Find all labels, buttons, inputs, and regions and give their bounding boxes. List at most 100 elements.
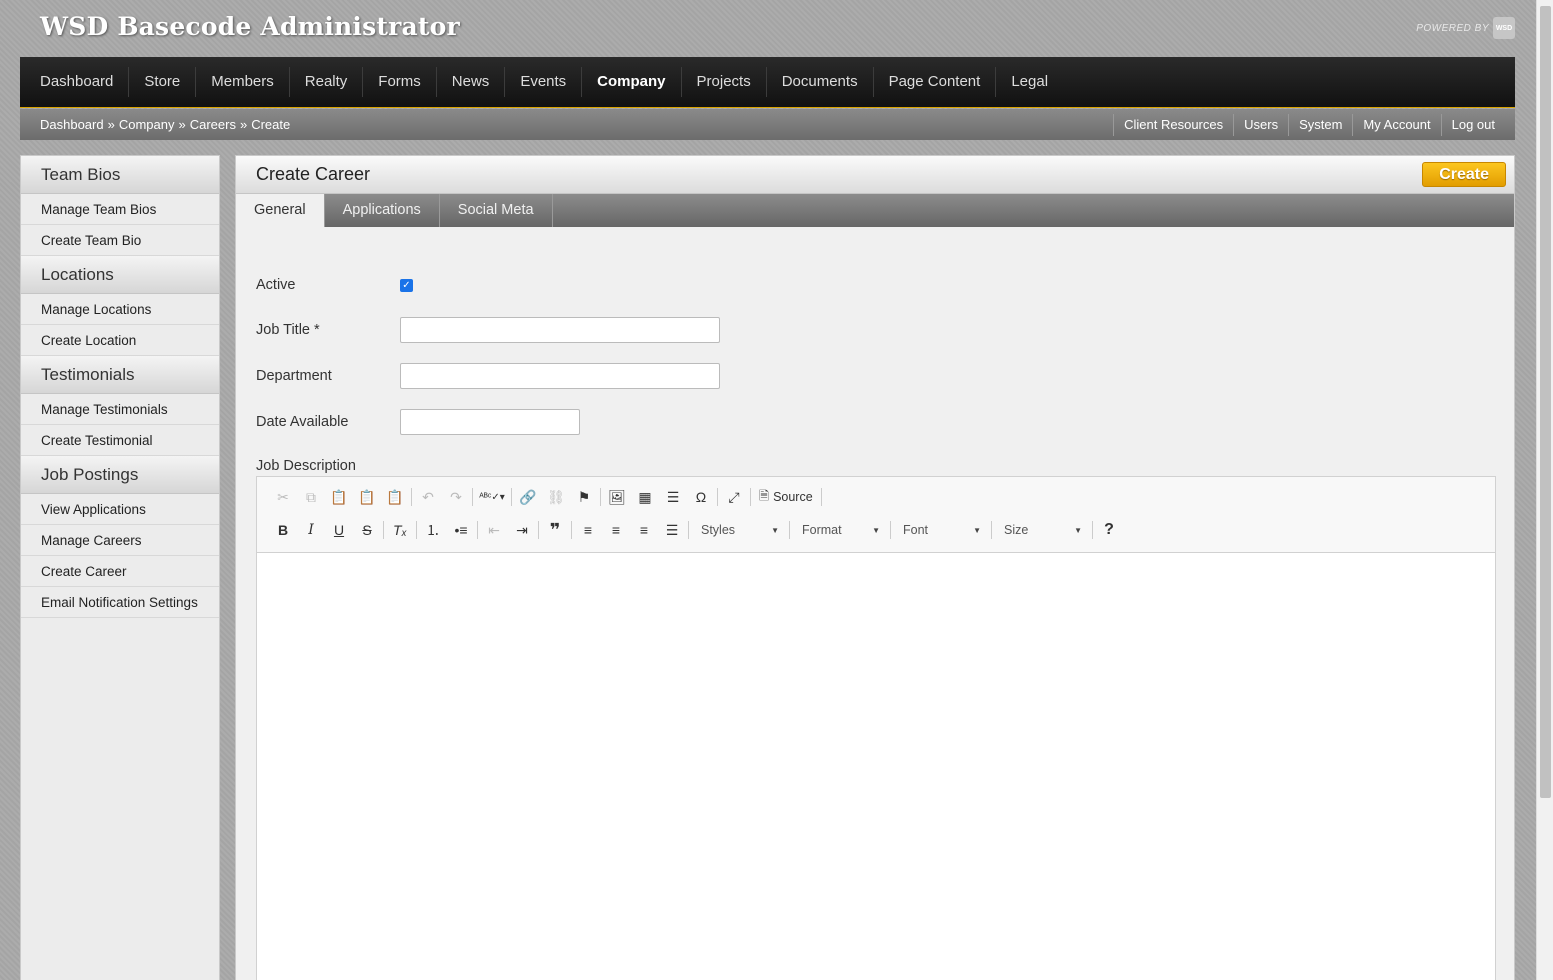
breadcrumb: Dashboard» Company» Careers» Create	[40, 117, 290, 132]
nav-item-forms[interactable]: Forms	[363, 67, 437, 97]
sidebar-item-email-notification-settings[interactable]: Email Notification Settings	[21, 587, 219, 618]
underline-icon[interactable]: U	[325, 518, 353, 542]
breadcrumb-item-careers[interactable]: Careers	[190, 117, 236, 132]
paste-text-icon[interactable]: 📋	[353, 485, 381, 509]
sidebar-item-create-testimonial[interactable]: Create Testimonial	[21, 425, 219, 456]
toolbar-row-2: B I U S Tₓ ⒈ •≡ ⇤ ⇥ ❞ ≡ ≡ ≡ ☰ Styles ▼ F…	[269, 516, 1123, 544]
utility-link-users[interactable]: Users	[1233, 113, 1288, 136]
sidebar-item-create-career[interactable]: Create Career	[21, 556, 219, 587]
strikethrough-icon[interactable]: S	[353, 518, 381, 542]
horizontal-line-icon[interactable]: ☰	[659, 485, 687, 509]
nav-item-projects[interactable]: Projects	[682, 67, 767, 97]
anchor-flag-icon[interactable]: ⚑	[570, 485, 598, 509]
styles-label: Styles	[701, 523, 736, 537]
scrollbar-thumb[interactable]	[1540, 6, 1551, 798]
cut-icon[interactable]: ✂	[269, 485, 297, 509]
top-navigation: Dashboard Store Members Realty Forms News Even…	[20, 57, 1515, 108]
sidebar-item-manage-careers[interactable]: Manage Careers	[21, 525, 219, 556]
toolbar-separator	[991, 521, 992, 539]
date-available-label: Date Available	[256, 414, 349, 430]
sidebar-item-view-applications[interactable]: View Applications	[21, 494, 219, 525]
toolbar-separator	[820, 488, 822, 506]
nav-item-store[interactable]: Store	[129, 67, 197, 97]
align-right-icon[interactable]: ≡	[630, 518, 658, 542]
nav-item-events[interactable]: Events	[505, 67, 583, 97]
date-available-input[interactable]	[400, 409, 580, 435]
font-dropdown[interactable]: Font ▼	[893, 518, 989, 542]
toolbar-separator	[1092, 521, 1093, 539]
tab-general[interactable]: General	[236, 194, 325, 227]
tab-social-meta[interactable]: Social Meta	[440, 194, 553, 227]
align-left-icon[interactable]: ≡	[574, 518, 602, 542]
department-input[interactable]	[400, 363, 720, 389]
decrease-indent-icon[interactable]: ⇤	[480, 518, 508, 542]
wsd-logo: WSD	[1493, 17, 1515, 39]
utility-link-system[interactable]: System	[1288, 113, 1352, 136]
nav-item-company[interactable]: Company	[582, 67, 682, 97]
help-icon[interactable]: ?	[1095, 518, 1123, 542]
source-button[interactable]: 🗎 Source	[753, 485, 819, 509]
breadcrumb-separator: »	[239, 117, 248, 132]
breadcrumb-item-create[interactable]: Create	[251, 117, 290, 132]
page-title: Create Career	[256, 164, 371, 184]
sidebar-item-create-team-bio[interactable]: Create Team Bio	[21, 225, 219, 256]
tab-applications[interactable]: Applications	[325, 194, 440, 227]
toolbar-row-1: ✂ ⧉ 📋 📋 📋 ↶ ↷ ᴬᴮᶜ✓▾ 🔗 ⛓ ⚑ 🖼 ▦ ☰ Ω ⤢ 🗎 So…	[269, 483, 824, 511]
maximize-icon[interactable]: ⤢	[720, 485, 748, 509]
sidebar-item-manage-testimonials[interactable]: Manage Testimonials	[21, 394, 219, 425]
redo-icon[interactable]: ↷	[442, 485, 470, 509]
format-dropdown[interactable]: Format ▼	[792, 518, 888, 542]
nav-item-page-content[interactable]: Page Content	[874, 67, 997, 97]
copy-icon[interactable]: ⧉	[297, 485, 325, 509]
breadcrumb-item-dashboard[interactable]: Dashboard	[40, 117, 104, 132]
career-form: Active ✓ Job Title * Department Date Ava…	[236, 227, 1514, 435]
link-icon[interactable]: 🔗	[514, 485, 542, 509]
tab-bar: General Applications Social Meta	[236, 194, 1514, 227]
nav-item-legal[interactable]: Legal	[996, 67, 1063, 97]
breadcrumb-item-company[interactable]: Company	[119, 117, 175, 132]
page-scrollbar[interactable]	[1536, 0, 1553, 980]
increase-indent-icon[interactable]: ⇥	[508, 518, 536, 542]
bold-icon[interactable]: B	[269, 518, 297, 542]
nav-item-dashboard[interactable]: Dashboard	[25, 67, 130, 97]
job-title-input[interactable]	[400, 317, 720, 343]
chevron-down-icon: ▼	[1074, 525, 1082, 535]
bulleted-list-icon[interactable]: •≡	[447, 518, 475, 542]
styles-dropdown[interactable]: Styles ▼	[691, 518, 787, 542]
toolbar-separator	[511, 488, 512, 506]
main-panel: Create Career Create General Applications…	[235, 155, 1515, 980]
editor-content-area[interactable]	[257, 553, 1495, 980]
utility-link-my-account[interactable]: My Account	[1352, 113, 1440, 136]
create-button[interactable]: Create	[1422, 162, 1506, 187]
main-header: Create Career Create	[236, 156, 1514, 194]
utility-link-log-out[interactable]: Log out	[1440, 113, 1495, 136]
nav-item-realty[interactable]: Realty	[290, 67, 364, 97]
table-icon[interactable]: ▦	[631, 485, 659, 509]
nav-item-news[interactable]: News	[437, 67, 506, 97]
size-dropdown[interactable]: Size ▼	[994, 518, 1090, 542]
paste-word-icon[interactable]: 📋	[381, 485, 409, 509]
chevron-down-icon: ▼	[872, 525, 880, 535]
utility-link-client-resources[interactable]: Client Resources	[1113, 113, 1233, 136]
job-description-label: Job Description	[256, 458, 356, 474]
align-justify-icon[interactable]: ☰	[658, 518, 686, 542]
sub-bar: Dashboard» Company» Careers» Create Client …	[20, 109, 1515, 140]
nav-item-members[interactable]: Members	[196, 67, 290, 97]
sidebar-item-manage-team-bios[interactable]: Manage Team Bios	[21, 194, 219, 225]
undo-icon[interactable]: ↶	[414, 485, 442, 509]
sidebar-item-create-location[interactable]: Create Location	[21, 325, 219, 356]
remove-format-icon[interactable]: Tₓ	[386, 518, 414, 542]
nav-item-documents[interactable]: Documents	[767, 67, 874, 97]
special-character-icon[interactable]: Ω	[687, 485, 715, 509]
unlink-icon[interactable]: ⛓	[542, 485, 570, 509]
image-icon[interactable]: 🖼	[603, 485, 631, 509]
align-center-icon[interactable]: ≡	[602, 518, 630, 542]
paste-icon[interactable]: 📋	[325, 485, 353, 509]
spellcheck-icon[interactable]: ᴬᴮᶜ✓▾	[475, 485, 509, 509]
numbered-list-icon[interactable]: ⒈	[419, 518, 447, 542]
sidebar-item-manage-locations[interactable]: Manage Locations	[21, 294, 219, 325]
rich-text-editor: ✂ ⧉ 📋 📋 📋 ↶ ↷ ᴬᴮᶜ✓▾ 🔗 ⛓ ⚑ 🖼 ▦ ☰ Ω ⤢ 🗎 So…	[256, 476, 1496, 980]
italic-icon[interactable]: I	[297, 518, 325, 542]
active-checkbox[interactable]: ✓	[400, 278, 413, 292]
blockquote-icon[interactable]: ❞	[541, 518, 569, 542]
